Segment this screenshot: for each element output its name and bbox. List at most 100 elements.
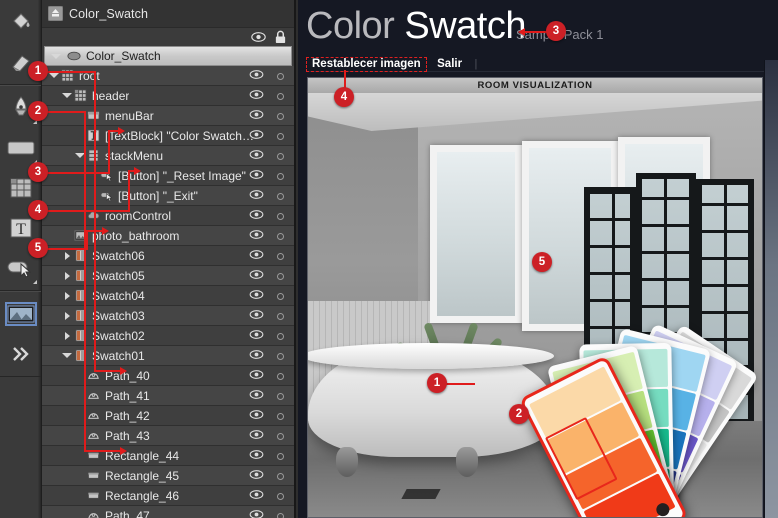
lock-toggle[interactable] (277, 413, 284, 420)
eye-icon[interactable] (249, 89, 264, 100)
tree-row[interactable]: stackMenu (42, 146, 294, 166)
tree-twisty[interactable] (61, 266, 73, 286)
tree-row[interactable]: header (42, 86, 294, 106)
lock-icon[interactable] (274, 30, 287, 44)
lock-toggle[interactable] (277, 273, 284, 280)
tree-row[interactable]: Swatch04 (42, 286, 294, 306)
menu-separator: | (474, 58, 478, 70)
lock-toggle[interactable] (277, 73, 284, 80)
lock-toggle[interactable] (277, 93, 284, 100)
tree-row[interactable]: Rectangle_45 (42, 466, 294, 486)
lock-toggle[interactable] (277, 173, 284, 180)
callout-arrow-title (518, 28, 525, 36)
eye-icon[interactable] (249, 69, 264, 80)
lock-toggle[interactable] (277, 353, 284, 360)
color-swatch-fan[interactable] (386, 309, 762, 517)
tree-row[interactable]: photo_bathroom (42, 226, 294, 246)
lock-toggle[interactable] (277, 253, 284, 260)
lock-toggle[interactable] (277, 193, 284, 200)
tree-row[interactable]: Path_47 (42, 506, 294, 518)
lock-toggle[interactable] (277, 213, 284, 220)
paint-bucket-tool[interactable] (0, 2, 42, 42)
eye-icon[interactable] (249, 209, 264, 220)
eye-icon[interactable] (249, 229, 264, 240)
tree-row[interactable]: Swatch05 (42, 266, 294, 286)
tree-row[interactable]: Swatch01 (42, 346, 294, 366)
eye-icon[interactable] (251, 30, 266, 44)
tree-row[interactable]: [Button] "_Reset Image" (42, 166, 294, 186)
tree-twisty[interactable] (61, 346, 73, 366)
eye-icon[interactable] (249, 189, 264, 200)
eye-icon[interactable] (249, 449, 264, 460)
tree-row[interactable]: Rectangle_44 (42, 446, 294, 466)
eye-icon[interactable] (249, 129, 264, 140)
tree-row[interactable]: menuBar (42, 106, 294, 126)
tree-root-row[interactable]: Color_Swatch (44, 46, 292, 66)
tree-twisty[interactable] (61, 86, 73, 106)
eye-icon[interactable] (249, 109, 264, 120)
tree-row[interactable]: root (42, 66, 294, 86)
export-icon (48, 6, 63, 21)
more-tools-button[interactable] (0, 334, 42, 374)
tree-twisty[interactable] (61, 306, 73, 326)
tree-row-icon (99, 186, 114, 206)
eye-icon[interactable] (249, 289, 264, 300)
tree-row[interactable]: [TextBlock] "Color Swatch Sa. (42, 126, 294, 146)
tree-row[interactable]: Rectangle_46 (42, 486, 294, 506)
eye-icon[interactable] (249, 309, 264, 320)
eye-icon[interactable] (249, 249, 264, 260)
tree-row[interactable]: Swatch02 (42, 326, 294, 346)
image-tool[interactable] (0, 294, 42, 334)
eye-icon[interactable] (249, 269, 264, 280)
tree-twisty[interactable] (61, 286, 73, 306)
tree-row[interactable]: Swatch03 (42, 306, 294, 326)
lock-toggle[interactable] (277, 233, 284, 240)
root-twisty[interactable] (50, 46, 62, 66)
callout-line-4 (46, 210, 130, 212)
lock-toggle[interactable] (277, 393, 284, 400)
lock-toggle[interactable] (277, 313, 284, 320)
exit-menu-item[interactable]: Salir (431, 57, 468, 72)
eye-icon[interactable] (249, 429, 264, 440)
tree-row[interactable]: [Button] "_Exit" (42, 186, 294, 206)
lock-toggle[interactable] (277, 453, 284, 460)
lock-toggle[interactable] (277, 513, 284, 518)
tree-row[interactable]: roomControl (42, 206, 294, 226)
lock-toggle[interactable] (277, 153, 284, 160)
lock-toggle[interactable] (277, 473, 284, 480)
button-icon (100, 192, 113, 202)
layer-group-icon (67, 51, 81, 61)
panel-title-label: Color_Swatch (69, 6, 149, 21)
lock-toggle[interactable] (277, 113, 284, 120)
title-light: Color (306, 5, 405, 47)
lock-toggle[interactable] (277, 293, 284, 300)
tree-row[interactable]: Path_40 (42, 366, 294, 386)
paint-bucket-icon (13, 13, 30, 29)
eye-icon[interactable] (249, 469, 264, 480)
eye-icon[interactable] (249, 489, 264, 500)
eye-icon[interactable] (249, 409, 264, 420)
eye-icon[interactable] (249, 329, 264, 340)
eye-icon[interactable] (249, 369, 264, 380)
application-window: T Color_Swatch Color_Swatch root header … (0, 0, 778, 518)
eye-icon[interactable] (249, 349, 264, 360)
room-photo[interactable] (308, 93, 762, 517)
tree-row-label: Path_41 (105, 388, 150, 403)
lock-toggle[interactable] (277, 333, 284, 340)
reset-image-menu-item[interactable]: Restablecer imagen (306, 57, 427, 72)
eye-icon[interactable] (249, 169, 264, 180)
lock-toggle[interactable] (277, 433, 284, 440)
tree-row[interactable]: Path_43 (42, 426, 294, 446)
lock-toggle[interactable] (277, 373, 284, 380)
eye-icon[interactable] (249, 389, 264, 400)
eye-icon[interactable] (249, 509, 264, 518)
image-icon (5, 302, 37, 326)
tree-row[interactable]: Path_41 (42, 386, 294, 406)
lock-toggle[interactable] (277, 493, 284, 500)
callout-badge-photo-5: 5 (532, 252, 552, 272)
eye-icon[interactable] (249, 149, 264, 160)
tree-row[interactable]: Path_42 (42, 406, 294, 426)
lock-toggle[interactable] (277, 133, 284, 140)
tree-twisty[interactable] (61, 326, 73, 346)
tree-twisty[interactable] (48, 66, 60, 86)
